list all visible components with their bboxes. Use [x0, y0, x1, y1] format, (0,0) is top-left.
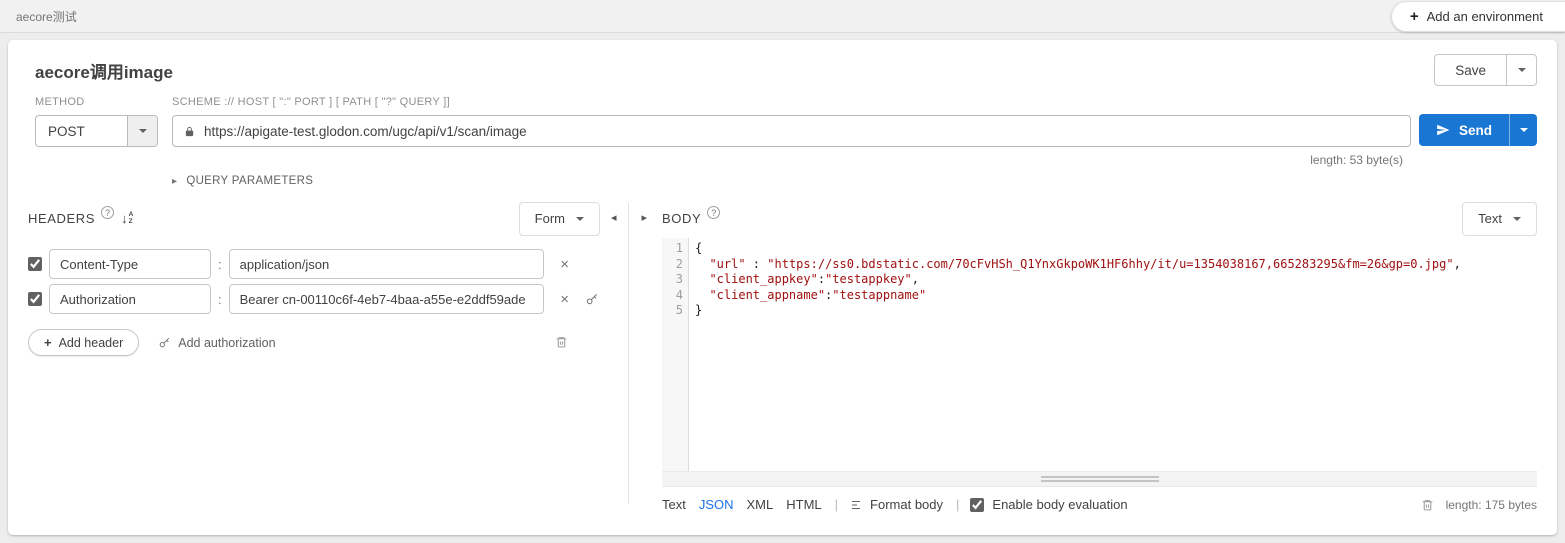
send-button[interactable]: Send: [1419, 114, 1509, 146]
body-mode-dropdown[interactable]: Text: [1462, 202, 1537, 236]
remove-header-button[interactable]: ×: [558, 256, 572, 273]
headers-rows: : × : ×: [28, 249, 600, 314]
save-split-button: Save: [1434, 54, 1537, 86]
save-dropdown-button[interactable]: [1506, 55, 1536, 85]
request-card: aecore调用image Save METHOD POST SCHEME :/…: [8, 40, 1557, 535]
chevron-down-icon: [1518, 68, 1526, 76]
body-gutter: 12345: [662, 238, 689, 471]
enable-body-evaluation-label: Enable body evaluation: [992, 497, 1127, 512]
send-split-button: Send: [1419, 114, 1537, 146]
request-row: METHOD POST SCHEME :// HOST [ ":" PORT ]…: [28, 96, 1537, 167]
collapse-right-icon[interactable]: ▸: [641, 211, 647, 224]
url-input[interactable]: https://apigate-test.glodon.com/ugc/api/…: [172, 115, 1411, 147]
headers-panel: HEADERS ? ↓ A Z Form: [28, 201, 600, 512]
save-button[interactable]: Save: [1435, 55, 1506, 85]
url-group: SCHEME :// HOST [ ":" PORT ] [ PATH [ "?…: [172, 96, 1411, 167]
colon-separator: :: [218, 257, 222, 272]
colon-separator: :: [218, 292, 222, 307]
method-value: POST: [36, 116, 127, 146]
body-type-json[interactable]: JSON: [699, 497, 734, 512]
add-environment-label: Add an environment: [1427, 9, 1543, 24]
add-authorization-button[interactable]: Add authorization: [158, 336, 275, 350]
headers-panel-header: HEADERS ? ↓ A Z Form: [28, 201, 600, 236]
workspace-name: aecore测试: [16, 8, 77, 25]
headers-mode-label: Form: [535, 211, 565, 226]
add-environment-button[interactable]: + Add an environment: [1391, 1, 1565, 32]
body-editor[interactable]: 12345 { "url" : "https://ss0.bdstatic.co…: [662, 238, 1537, 471]
paper-plane-icon: [1436, 123, 1450, 137]
chevron-right-icon: ▸: [172, 176, 177, 187]
divider: |: [835, 497, 838, 512]
add-authorization-label: Add authorization: [178, 336, 275, 350]
header-row-content-type: : ×: [28, 249, 600, 279]
header-value-input[interactable]: [229, 284, 544, 314]
request-title: aecore调用image: [28, 58, 173, 83]
body-mode-label: Text: [1478, 211, 1502, 226]
help-icon[interactable]: ?: [101, 206, 114, 219]
collapse-left-icon[interactable]: ◂: [611, 211, 617, 224]
url-scheme-label: SCHEME :// HOST [ ":" PORT ] [ PATH [ "?…: [172, 96, 1411, 108]
splitter-divider: [628, 203, 629, 504]
remove-header-button[interactable]: ×: [558, 291, 572, 308]
body-title: BODY: [662, 211, 701, 226]
body-type-html[interactable]: HTML: [786, 497, 821, 512]
key-icon: [158, 336, 171, 349]
card-header: aecore调用image Save: [28, 54, 1537, 86]
key-icon[interactable]: [585, 292, 599, 306]
method-label: METHOD: [35, 96, 158, 108]
enable-body-evaluation-checkbox[interactable]: [970, 498, 984, 512]
plus-icon: +: [44, 335, 52, 350]
method-select[interactable]: POST: [35, 115, 158, 147]
header-enabled-checkbox[interactable]: [28, 257, 42, 271]
sort-az-icon[interactable]: ↓ A Z: [121, 212, 133, 225]
url-length-info: length: 53 byte(s): [172, 153, 1411, 167]
format-body-label: Format body: [870, 497, 943, 512]
body-panel-header: BODY ? Text: [662, 201, 1537, 236]
help-icon[interactable]: ?: [707, 206, 720, 219]
chevron-down-icon: [576, 217, 584, 225]
trash-icon[interactable]: [1421, 498, 1434, 512]
trash-icon[interactable]: [555, 335, 568, 349]
query-parameters-toggle[interactable]: ▸ QUERY PARAMETERS: [172, 175, 1537, 187]
format-align-icon: [849, 499, 863, 511]
plus-icon: +: [1410, 8, 1419, 25]
header-name-input[interactable]: [49, 284, 211, 314]
query-parameters-label: QUERY PARAMETERS: [186, 175, 313, 187]
body-panel: BODY ? Text 12345 { "url" : "https://ss0…: [656, 201, 1537, 512]
method-group: METHOD POST: [35, 96, 158, 147]
lock-icon: [184, 125, 195, 138]
send-dropdown-button[interactable]: [1509, 114, 1537, 146]
top-bar: aecore测试 + Add an environment: [0, 0, 1565, 33]
chevron-down-icon: [139, 129, 147, 137]
header-value-input[interactable]: [229, 249, 544, 279]
send-label: Send: [1459, 123, 1492, 138]
editor-resize-strip: [662, 471, 1537, 487]
enable-body-evaluation: Enable body evaluation: [970, 497, 1127, 512]
divider: |: [956, 497, 959, 512]
headers-mode-dropdown[interactable]: Form: [519, 202, 600, 236]
method-dropdown-button[interactable]: [127, 116, 157, 146]
chevron-down-icon: [1513, 217, 1521, 225]
format-body-button[interactable]: Format body: [849, 497, 943, 512]
send-group: Send: [1419, 96, 1537, 146]
header-row-authorization: : ×: [28, 284, 600, 314]
body-type-text[interactable]: Text: [662, 497, 686, 512]
add-header-label: Add header: [59, 336, 124, 350]
panel-splitter: ◂ ▸: [600, 201, 656, 512]
resize-grip-icon[interactable]: [1041, 476, 1159, 482]
body-footer: Text JSON XML HTML | Format body | Enabl…: [662, 497, 1537, 512]
body-type-xml[interactable]: XML: [747, 497, 774, 512]
body-code[interactable]: { "url" : "https://ss0.bdstatic.com/70cF…: [689, 238, 1537, 471]
url-value: https://apigate-test.glodon.com/ugc/api/…: [204, 124, 527, 139]
header-enabled-checkbox[interactable]: [28, 292, 42, 306]
header-name-input[interactable]: [49, 249, 211, 279]
add-header-button[interactable]: + Add header: [28, 329, 139, 356]
chevron-down-icon: [1520, 128, 1528, 136]
headers-title: HEADERS: [28, 211, 95, 226]
panels-row: HEADERS ? ↓ A Z Form: [28, 201, 1537, 512]
headers-actions: + Add header Add authorization: [28, 329, 600, 356]
body-length-info: length: 175 bytes: [1446, 498, 1537, 512]
